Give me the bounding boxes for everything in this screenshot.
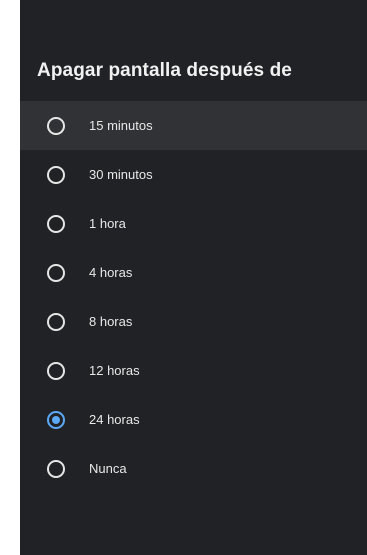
radio-unchecked-icon[interactable]	[47, 263, 65, 282]
option-6[interactable]: 24 horas	[20, 395, 367, 444]
option-label: 4 horas	[89, 265, 133, 280]
radio-unchecked-icon[interactable]	[47, 459, 65, 478]
option-label: 8 horas	[89, 314, 133, 329]
screen-timeout-options: 15 minutos 30 minutos 1 hora 4 horas 8 horas…	[20, 101, 367, 493]
radio-unchecked-icon[interactable]	[47, 361, 65, 380]
option-label: Nunca	[89, 461, 127, 476]
radio-unchecked-icon[interactable]	[47, 214, 65, 233]
option-7[interactable]: Nunca	[20, 444, 367, 493]
option-2[interactable]: 1 hora	[20, 199, 367, 248]
settings-dialog: Apagar pantalla después de 15 minutos 30 …	[20, 0, 367, 555]
option-label: 1 hora	[89, 216, 126, 231]
option-label: 24 horas	[89, 412, 140, 427]
option-label: 12 horas	[89, 363, 140, 378]
option-3[interactable]: 4 horas	[20, 248, 367, 297]
radio-unchecked-icon[interactable]	[47, 165, 65, 184]
option-0[interactable]: 15 minutos	[20, 101, 367, 150]
radio-checked-icon[interactable]	[47, 410, 65, 429]
option-5[interactable]: 12 horas	[20, 346, 367, 395]
radio-unchecked-icon[interactable]	[47, 312, 65, 331]
dialog-title: Apagar pantalla después de	[37, 60, 292, 81]
option-4[interactable]: 8 horas	[20, 297, 367, 346]
option-label: 30 minutos	[89, 167, 153, 182]
radio-unchecked-icon[interactable]	[47, 116, 65, 135]
option-label: 15 minutos	[89, 118, 153, 133]
option-1[interactable]: 30 minutos	[20, 150, 367, 199]
